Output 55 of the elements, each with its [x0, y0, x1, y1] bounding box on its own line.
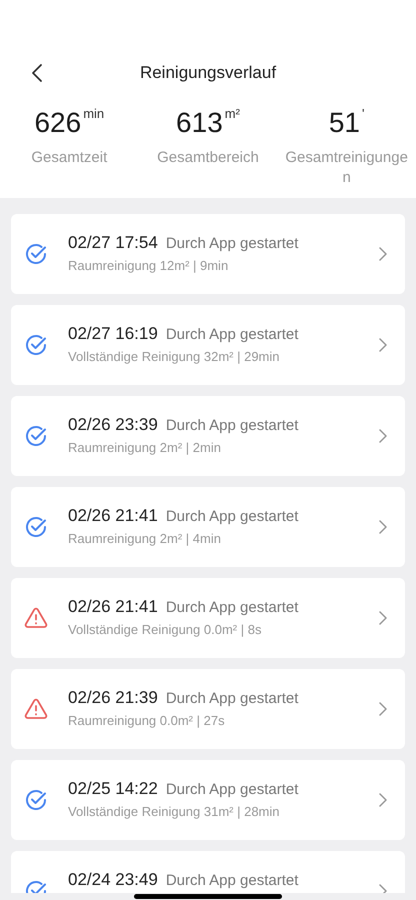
chevron-right-icon	[379, 429, 387, 443]
record-source: Durch App gestartet	[166, 508, 298, 526]
check-circle-icon	[24, 788, 48, 812]
stat-label: Gesamtbereich	[157, 148, 259, 168]
stat-unit: m²	[224, 106, 240, 122]
history-card[interactable]: 02/26 21:41 Durch App gestartet Vollständige Reinigung 0.0m² | 8s	[11, 578, 405, 658]
history-card[interactable]: 02/26 21:39 Durch App gestartet Raumreinigung 0.0m² | 27s	[11, 669, 405, 749]
record-time: 02/26 23:39	[68, 415, 158, 435]
record-time: 02/27 16:19	[68, 324, 158, 344]
record-detail: Raumreinigung 2m² | 4min	[68, 531, 222, 547]
record-detail: Vollständige Reinigung 31m² | 28min	[68, 804, 281, 820]
record-source: Durch App gestartet	[166, 599, 298, 617]
check-circle-icon	[24, 333, 48, 357]
record-detail: Raumreinigung 2m² | 2min	[68, 440, 222, 456]
record-source: Durch App gestartet	[166, 872, 298, 890]
stat-value: 626	[34, 106, 82, 140]
chevron-right-icon	[379, 338, 387, 352]
chevron-right-icon	[379, 247, 387, 261]
record-detail: Vollständige Reinigung 0.0m² | 8s	[68, 622, 262, 638]
record-source: Durch App gestartet	[166, 690, 298, 708]
record-source: Durch App gestartet	[166, 326, 298, 344]
chevron-right-icon	[379, 702, 387, 716]
record-time: 02/25 14:22	[68, 779, 158, 799]
record-source: Durch App gestartet	[166, 235, 298, 253]
chevron-right-icon	[379, 611, 387, 625]
stat-label: Gesamtreinigungen	[284, 148, 409, 188]
stat-label: Gesamtzeit	[31, 148, 108, 168]
history-card[interactable]: 02/26 21:41 Durch App gestartet Raumreinigung 2m² | 4min	[11, 487, 405, 567]
history-card[interactable]: 02/25 14:22 Durch App gestartet Vollständige Reinigung 31m² | 28min	[11, 760, 405, 840]
warning-icon	[24, 697, 48, 721]
stat-unit: min	[83, 106, 104, 122]
page-title: Reinigungsverlauf	[140, 62, 276, 84]
check-circle-icon	[24, 242, 48, 266]
record-time: 02/26 21:41	[68, 506, 158, 526]
history-card[interactable]: 02/27 17:54 Durch App gestartet Raumreinigung 12m² | 9min	[11, 214, 405, 294]
record-time: 02/27 17:54	[68, 233, 158, 253]
stat-unit: '	[362, 106, 364, 122]
record-detail: Raumreinigung 12m² | 9min	[68, 258, 230, 274]
record-source: Durch App gestartet	[166, 781, 298, 799]
record-time: 02/26 21:39	[68, 688, 158, 708]
chevron-right-icon	[379, 520, 387, 534]
stat-value: 51	[328, 106, 360, 140]
record-time: 02/24 23:49	[68, 870, 158, 890]
record-detail: Vollständige Reinigung 32m² | 29min	[68, 349, 281, 365]
chevron-right-icon	[379, 793, 387, 807]
record-time: 02/26 21:41	[68, 597, 158, 617]
history-card[interactable]: 02/26 23:39 Durch App gestartet Raumreinigung 2m² | 2min	[11, 396, 405, 476]
record-source: Durch App gestartet	[166, 417, 298, 435]
stat-value: 613	[176, 106, 223, 140]
check-circle-icon	[24, 424, 48, 448]
history-card[interactable]: 02/24 23:49 Durch App gestartet	[11, 851, 405, 893]
check-circle-icon	[24, 515, 48, 539]
warning-icon	[24, 606, 48, 630]
record-detail: Raumreinigung 0.0m² | 27s	[68, 713, 226, 729]
history-card[interactable]: 02/27 16:19 Durch App gestartet Vollständige Reinigung 32m² | 29min	[11, 305, 405, 385]
